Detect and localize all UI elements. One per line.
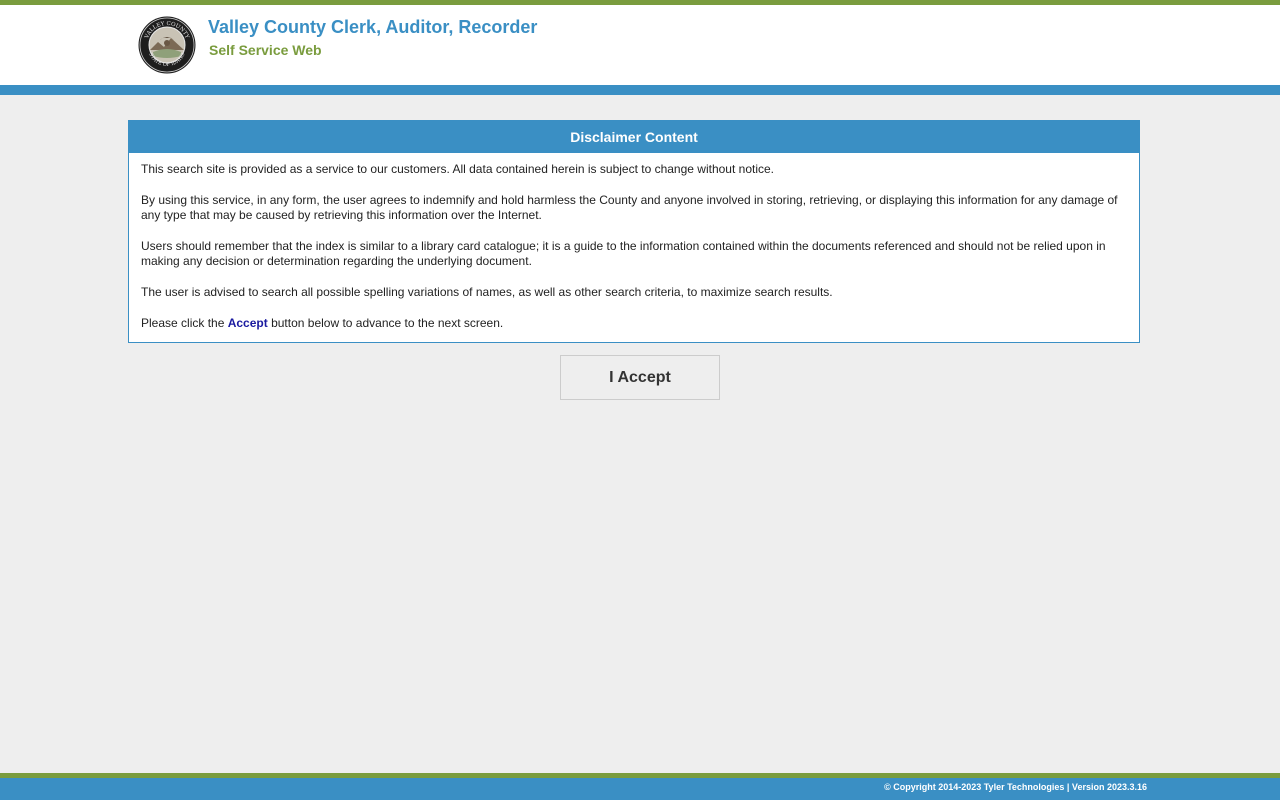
header-stripe <box>0 85 1280 95</box>
accept-instruction: Please click the Accept button below to … <box>141 316 1127 331</box>
disclaimer-paragraph: Users should remember that the index is … <box>141 239 1106 268</box>
accept-button[interactable]: I Accept <box>560 355 720 400</box>
site-footer: © Copyright 2014-2023 Tyler Technologies… <box>0 778 1280 800</box>
disclaimer-paragraph: This search site is provided as a servic… <box>141 162 774 176</box>
site-subtitle: Self Service Web <box>209 42 322 58</box>
instruction-prefix: Please click the <box>141 316 228 330</box>
site-title: Valley County Clerk, Auditor, Recorder <box>208 17 538 37</box>
accept-keyword: Accept <box>227 316 268 330</box>
copyright-text: © Copyright 2014-2023 Tyler Technologies… <box>884 782 1147 792</box>
disclaimer-heading: Disclaimer Content <box>129 121 1139 153</box>
disclaimer-panel: Disclaimer Content This search site is p… <box>128 120 1140 343</box>
county-seal-logo: VALLEY COUNTY STATE OF IDAHO <box>138 16 196 74</box>
instruction-suffix: button below to advance to the next scre… <box>267 316 504 330</box>
site-header: VALLEY COUNTY STATE OF IDAHO Valley Coun… <box>0 5 1280 85</box>
disclaimer-body: This search site is provided as a servic… <box>129 153 1139 331</box>
disclaimer-paragraph: By using this service, in any form, the … <box>141 193 1118 222</box>
disclaimer-paragraph: The user is advised to search all possib… <box>141 285 833 299</box>
